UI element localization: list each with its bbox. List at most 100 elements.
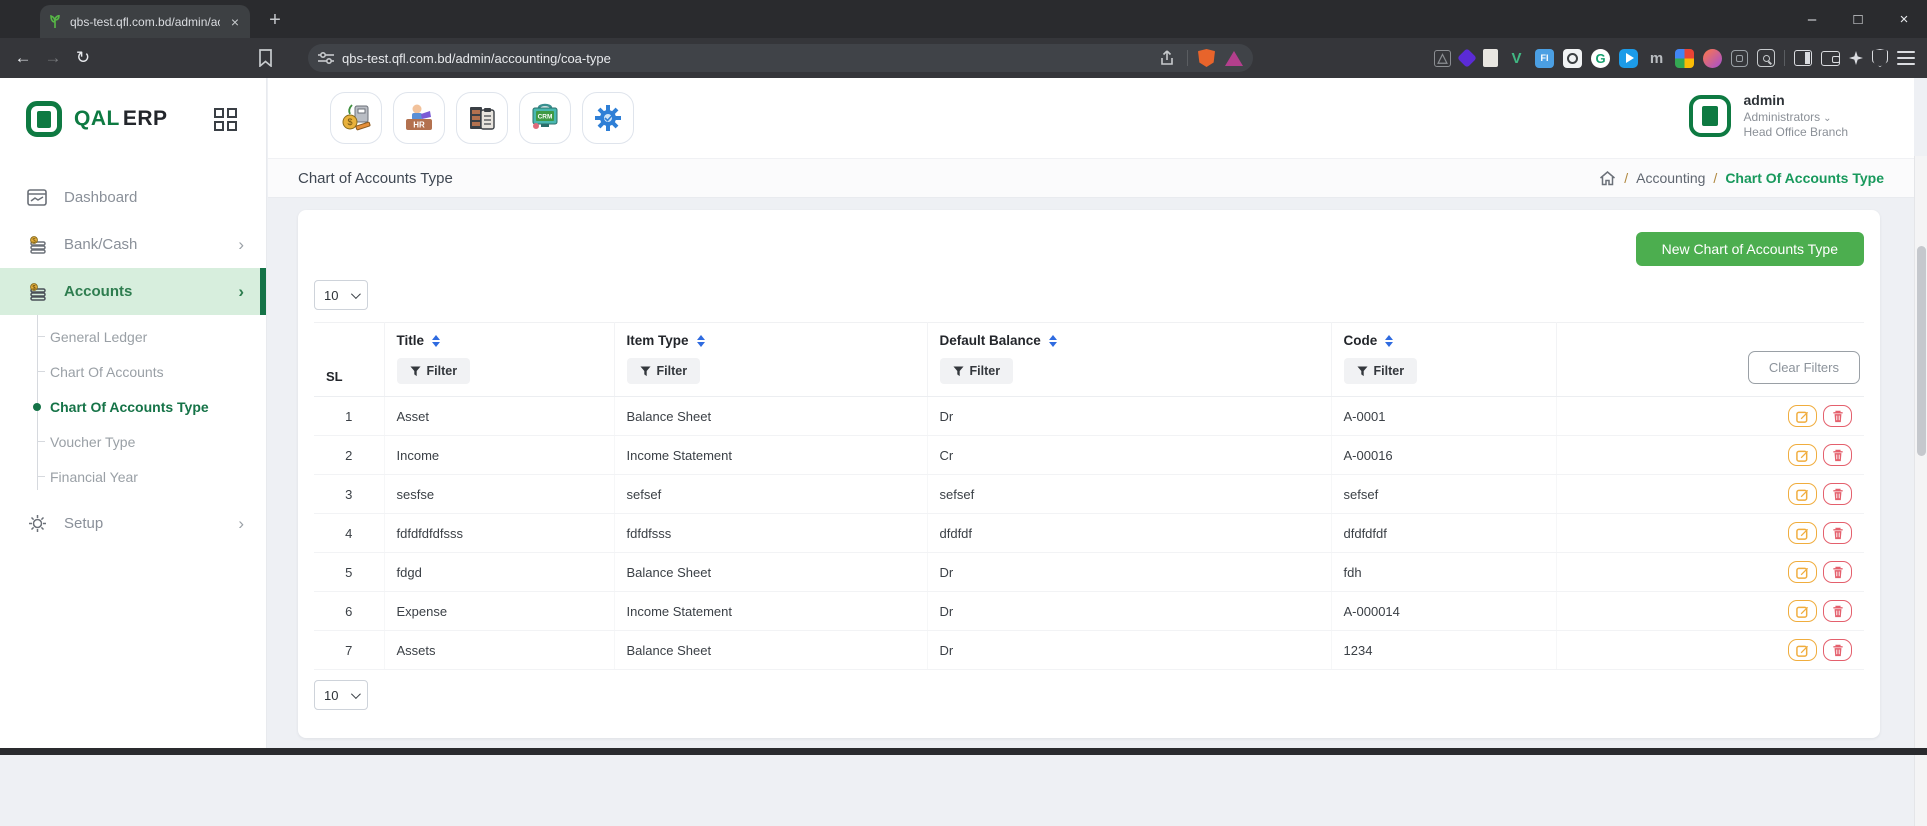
edit-button[interactable] [1788,561,1817,583]
back-button[interactable]: ← [8,48,38,68]
delete-button[interactable] [1823,600,1852,622]
module-inventory-button[interactable] [456,92,508,144]
table-row: 1AssetBalance SheetDrA-0001 [314,397,1864,436]
window-maximize-button[interactable]: □ [1835,0,1881,38]
module-accounting-button[interactable]: $ [330,92,382,144]
browser-tab[interactable]: qbs-test.qfl.com.bd/admin/accou × [40,5,250,38]
sort-icon[interactable] [1385,335,1393,347]
sidebar-collapse-grid-icon[interactable] [214,108,237,131]
extension-search-page-icon[interactable] [1757,49,1775,67]
top-header: $ HR CRM admin Administr [268,78,1914,158]
edit-button[interactable] [1788,483,1817,505]
delete-button[interactable] [1823,483,1852,505]
sidebar-toggle-icon[interactable] [1794,50,1812,66]
extension-gradient-circle-icon[interactable] [1703,49,1722,68]
sidebar-item-voucher-type[interactable]: Voucher Type [0,424,266,459]
cell-default-balance: Dr [927,397,1331,436]
edit-button[interactable] [1788,600,1817,622]
breadcrumb-current: Chart Of Accounts Type [1725,170,1884,186]
clear-filters-button[interactable]: Clear Filters [1748,351,1860,384]
extension-google-icon[interactable] [1675,49,1694,68]
module-hr-button[interactable]: HR [393,92,445,144]
cell-title: fdfdfdfdfsss [384,514,614,553]
edit-button[interactable] [1788,522,1817,544]
extension-send-icon[interactable] [1619,49,1638,68]
user-menu[interactable]: admin Administrators⌄ Head Office Branch [1689,92,1848,140]
delete-button[interactable] [1823,522,1852,544]
sort-icon[interactable] [697,335,705,347]
sidebar-item-chart-of-accounts[interactable]: Chart Of Accounts [0,354,266,389]
filter-button-default-balance[interactable]: Filter [940,358,1014,384]
cell-actions [1556,553,1864,592]
extension-vue-devtools-icon[interactable]: V [1507,49,1526,68]
page-title-bar: Chart of Accounts Type / Accounting / Ch… [268,158,1914,198]
sidebar-item-dashboard[interactable]: Dashboard [0,174,266,221]
filter-button-item-type[interactable]: Filter [627,358,701,384]
sidebar-item-label: Dashboard [64,189,137,206]
table-row: 4fdfdfdfdfsssfdfdfsssdfdfdfdfdfdfdf [314,514,1864,553]
sort-icon[interactable] [432,335,440,347]
bookmarks-icon[interactable] [258,49,273,67]
sidebar-item-financial-year[interactable]: Financial Year [0,459,266,494]
filter-button-title[interactable]: Filter [397,358,471,384]
avatar [1689,95,1731,137]
new-chart-of-accounts-type-button[interactable]: New Chart of Accounts Type [1636,232,1864,266]
cell-sl: 6 [314,592,384,631]
window-minimize-button[interactable]: – [1789,0,1835,38]
extension-screenshot-icon[interactable] [1563,49,1582,68]
coins-icon: $ [26,236,48,254]
cell-title: Assets [384,631,614,670]
delete-button[interactable] [1823,639,1852,661]
forward-button[interactable]: → [38,48,68,68]
sort-icon[interactable] [1049,335,1057,347]
filter-button-code[interactable]: Filter [1344,358,1418,384]
extension-notes-icon[interactable] [1483,49,1498,67]
reload-button[interactable]: ↻ [68,48,98,68]
sidebar-item-bank-cash[interactable]: $ Bank/Cash › [0,221,266,268]
new-tab-button[interactable]: + [262,8,288,34]
edit-button[interactable] [1788,639,1817,661]
page-size-select[interactable]: 10 [314,280,368,310]
accounts-submenu: General Ledger Chart Of Accounts Chart O… [0,315,266,500]
extension-purple-diamond-icon[interactable] [1457,48,1477,68]
page-size-select-bottom[interactable]: 10 [314,680,368,710]
brave-shields-icon[interactable] [1198,49,1215,67]
cell-default-balance: dfdfdf [927,514,1331,553]
brave-rewards-icon[interactable] [1225,51,1243,66]
cell-sl: 2 [314,436,384,475]
tab-close-icon[interactable]: × [228,14,242,30]
share-icon[interactable] [1160,50,1177,66]
delete-button[interactable] [1823,405,1852,427]
breadcrumb-accounting[interactable]: Accounting [1636,170,1705,186]
leo-ai-icon[interactable] [1849,51,1863,65]
extension-recycle-icon[interactable]: △ [1434,50,1451,67]
cell-actions [1556,475,1864,514]
extension-grammarly-icon[interactable]: G [1591,49,1610,68]
sidebar-item-accounts[interactable]: $ Accounts › [0,268,266,315]
module-settings-button[interactable] [582,92,634,144]
wallet-icon[interactable] [1821,51,1840,66]
window-close-button[interactable]: × [1881,0,1927,38]
sidebar-item-chart-of-accounts-type[interactable]: Chart Of Accounts Type [0,389,266,424]
scrollbar-thumb[interactable] [1917,246,1926,456]
menu-icon[interactable] [1897,51,1915,65]
cell-item-type: Balance Sheet [614,397,927,436]
chevron-right-icon: › [238,514,244,534]
delete-button[interactable] [1823,561,1852,583]
site-settings-icon[interactable] [318,51,334,65]
page-scrollbar[interactable] [1914,156,1927,826]
address-bar[interactable]: qbs-test.qfl.com.bd/admin/accounting/coa… [308,44,1253,72]
module-crm-button[interactable]: CRM [519,92,571,144]
extensions-puzzle-icon[interactable] [1731,50,1748,67]
extension-m-icon[interactable]: m [1647,49,1666,68]
sidebar-item-general-ledger[interactable]: General Ledger [0,319,266,354]
edit-button[interactable] [1788,405,1817,427]
page-content: New Chart of Accounts Type 10 SL Title [268,200,1900,748]
home-icon[interactable] [1599,171,1616,186]
privacy-shield-icon[interactable] [1872,49,1888,67]
delete-button[interactable] [1823,444,1852,466]
edit-button[interactable] [1788,444,1817,466]
extension-figma-icon[interactable]: FI [1535,49,1554,68]
sidebar-item-setup[interactable]: Setup › [0,500,266,547]
cell-default-balance: Dr [927,631,1331,670]
